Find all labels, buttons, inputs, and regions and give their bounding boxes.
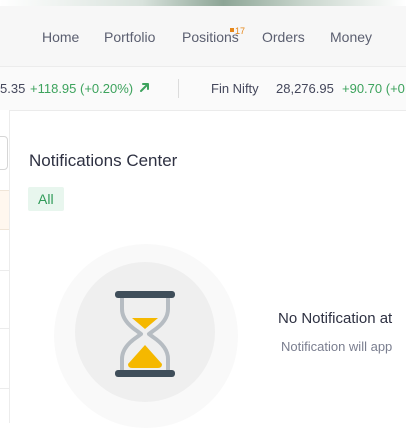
empty-state-title: No Notification at xyxy=(278,310,393,327)
left-side-panel xyxy=(0,110,10,423)
market-ticker: 5.35 +118.95 (+0.20%) Fin Nifty 28,276.9… xyxy=(0,67,406,111)
positions-count-badge: 17 xyxy=(235,26,246,36)
arrow-up-right-icon xyxy=(139,81,151,96)
side-panel-divider xyxy=(0,328,9,329)
ticker-divider xyxy=(178,79,179,98)
nav-money[interactable]: Money xyxy=(330,29,372,45)
side-panel-item[interactable] xyxy=(0,190,9,230)
page-title: Notifications Center xyxy=(29,151,178,170)
filter-chip-all[interactable]: All xyxy=(28,187,64,211)
positions-badge-dot xyxy=(230,28,234,32)
ticker-finnifty-name[interactable]: Fin Nifty xyxy=(211,81,259,96)
side-panel-divider xyxy=(0,270,9,271)
hourglass-icon xyxy=(110,287,180,386)
ticker-finnifty-value: 28,276.95 xyxy=(276,81,334,96)
top-navbar: Home Portfolio Positions 17 Orders Money xyxy=(0,6,406,67)
ticker-index-change: +118.95 (+0.20%) xyxy=(30,81,134,96)
nav-home[interactable]: Home xyxy=(42,29,79,45)
nav-portfolio[interactable]: Portfolio xyxy=(104,29,155,45)
empty-state-subtitle: Notification will app xyxy=(281,339,393,354)
side-panel-search-box[interactable] xyxy=(0,136,8,170)
nav-orders[interactable]: Orders xyxy=(262,29,305,45)
side-panel-divider xyxy=(0,388,9,389)
ticker-index-value[interactable]: 5.35 xyxy=(0,81,25,96)
ticker-finnifty-change: +90.70 (+0 xyxy=(342,81,405,96)
